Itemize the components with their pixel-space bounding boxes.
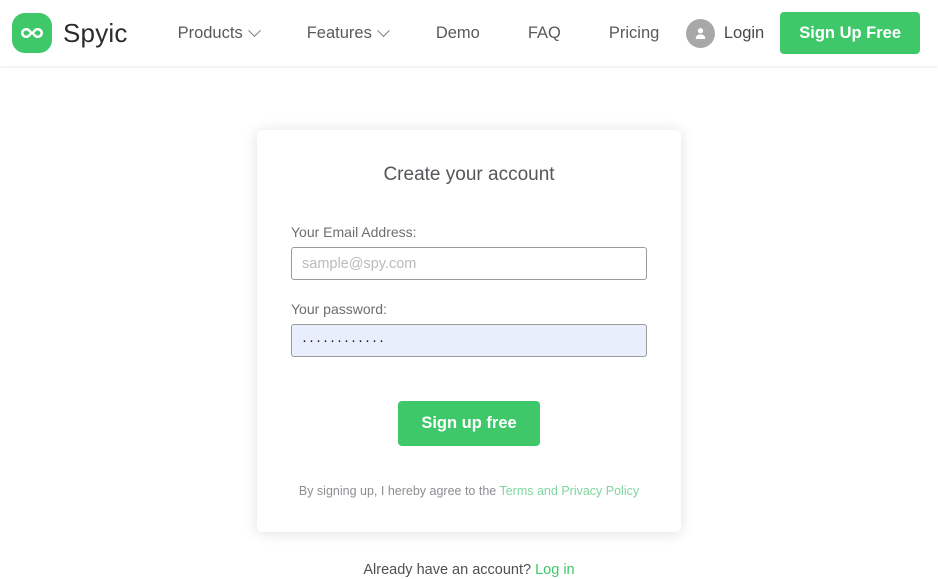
nav-item-demo[interactable]: Demo: [412, 16, 504, 51]
login-link[interactable]: Login: [685, 18, 765, 48]
page-title: Create your account: [383, 164, 555, 185]
log-in-link[interactable]: Log in: [535, 562, 575, 578]
nav-item-pricing[interactable]: Pricing: [585, 16, 683, 51]
password-input[interactable]: [291, 324, 647, 357]
existing-account-text: Already have an account?: [363, 562, 536, 578]
login-label: Login: [723, 23, 765, 42]
infinity-logo-icon: [12, 13, 52, 53]
brand-name: Spyic: [63, 17, 128, 48]
user-avatar-icon: [685, 18, 715, 48]
email-field-label: Your Email Address:: [291, 224, 417, 240]
chevron-down-icon: [376, 23, 390, 37]
header-actions: Login Sign Up Free: [685, 11, 920, 55]
brand-logo-link[interactable]: Spyic: [12, 13, 128, 53]
nav-item-faq[interactable]: FAQ: [504, 16, 585, 51]
email-field-group: Your Email Address:: [291, 224, 647, 280]
signup-card: Create your account Your Email Address: …: [257, 130, 681, 532]
email-input[interactable]: [291, 247, 647, 280]
page-body: Create your account Your Email Address: …: [0, 66, 938, 579]
existing-account-prompt: Already have an account? Log in: [363, 562, 574, 578]
nav-item-label: Products: [177, 23, 243, 42]
password-field-group: Your password:: [291, 301, 647, 357]
password-field-label: Your password:: [291, 301, 387, 317]
signup-submit-button[interactable]: Sign up free: [398, 401, 540, 446]
terms-prefix: By signing up, I hereby agree to the: [298, 483, 500, 498]
site-header: Spyic Products Features Demo FAQ Pricing: [0, 0, 938, 66]
chevron-down-icon: [247, 23, 261, 37]
main-navigation: Products Features Demo FAQ Pricing: [154, 16, 686, 51]
nav-item-features[interactable]: Features: [283, 16, 412, 51]
nav-item-products[interactable]: Products: [154, 16, 283, 51]
terms-agreement-text: By signing up, I hereby agree to the Ter…: [291, 484, 647, 498]
nav-item-label: Features: [306, 23, 372, 42]
nav-item-label: FAQ: [527, 23, 561, 42]
nav-item-label: Pricing: [608, 23, 660, 42]
submit-button-wrap: Sign up free: [291, 401, 647, 446]
header-signup-button[interactable]: Sign Up Free: [780, 11, 920, 55]
terms-and-privacy-link[interactable]: Terms and Privacy Policy: [499, 484, 639, 498]
nav-item-label: Demo: [435, 23, 480, 42]
